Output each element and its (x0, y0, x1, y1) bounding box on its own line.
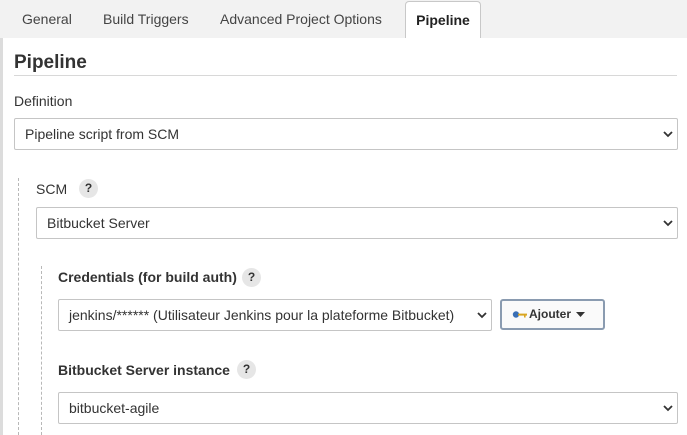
chevron-down-icon (663, 220, 673, 227)
tab-general[interactable]: General (22, 0, 72, 38)
tab-advanced-project-options[interactable]: Advanced Project Options (220, 0, 382, 38)
scm-help-icon[interactable]: ? (79, 179, 98, 198)
credentials-help-icon[interactable]: ? (242, 268, 261, 287)
key-icon (512, 311, 527, 318)
scm-nesting-line (18, 178, 19, 435)
bitbucket-nesting-line (41, 266, 42, 435)
chevron-down-icon (663, 405, 673, 412)
credentials-value: jenkins/****** (Utilisateur Jenkins pour… (69, 307, 455, 323)
tab-bar: General Build Triggers Advanced Project … (0, 0, 687, 38)
scm-select[interactable]: Bitbucket Server (36, 207, 678, 239)
tab-build-triggers[interactable]: Build Triggers (103, 0, 189, 38)
credentials-select[interactable]: jenkins/****** (Utilisateur Jenkins pour… (58, 299, 492, 331)
add-credentials-button[interactable]: Ajouter (500, 299, 605, 330)
instance-select[interactable]: bitbucket-agile (58, 392, 678, 424)
chevron-down-icon (663, 131, 673, 138)
instance-value: bitbucket-agile (69, 400, 160, 416)
instance-help-icon[interactable]: ? (237, 360, 256, 379)
caret-down-icon (576, 312, 585, 317)
add-button-label: Ajouter (529, 307, 571, 321)
section-divider (14, 75, 677, 76)
section-title: Pipeline (14, 52, 87, 73)
credentials-label: Credentials (for build auth) (58, 269, 237, 285)
pipeline-panel: Pipeline Definition Pipeline script from… (0, 38, 687, 435)
chevron-down-icon (477, 312, 487, 319)
instance-label: Bitbucket Server instance (58, 362, 230, 378)
scm-label: SCM (36, 181, 68, 197)
definition-label: Definition (14, 93, 73, 109)
tab-pipeline[interactable]: Pipeline (405, 1, 481, 38)
definition-value: Pipeline script from SCM (25, 126, 180, 142)
scm-value: Bitbucket Server (47, 215, 150, 231)
definition-select[interactable]: Pipeline script from SCM (14, 118, 678, 150)
